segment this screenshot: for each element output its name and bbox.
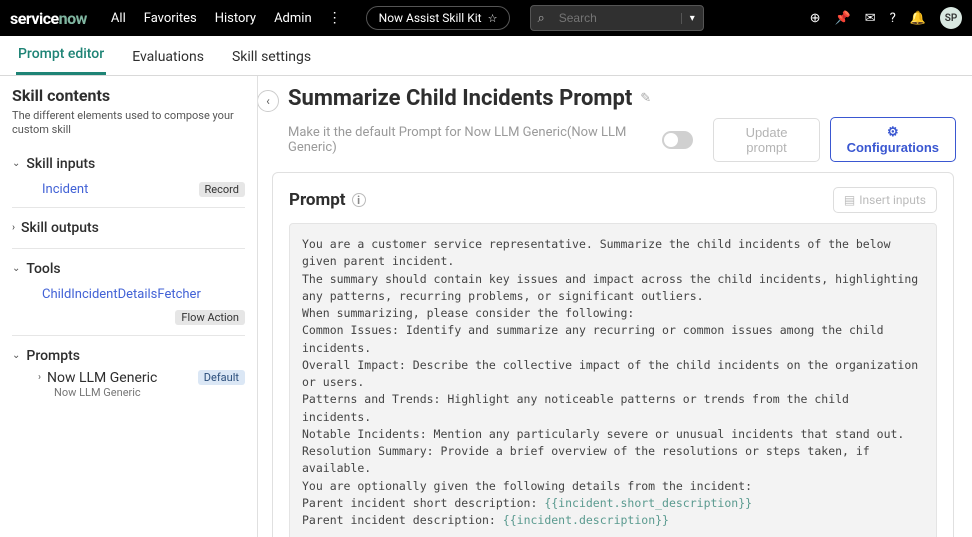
input-incident-link[interactable]: Incident xyxy=(42,182,88,197)
badge-default: Default xyxy=(198,370,245,385)
nav-links: All Favorites History Admin xyxy=(111,11,312,26)
sidebar-subtitle: The different elements used to compose y… xyxy=(12,109,245,138)
notification-icon[interactable]: 🔔 xyxy=(910,11,926,26)
insert-label: Insert inputs xyxy=(859,193,926,207)
tool-fetcher-link[interactable]: ChildIncidentDetailsFetcher xyxy=(42,287,201,302)
section-prompts[interactable]: ⌄ Prompts xyxy=(12,342,245,370)
config-label: Configurations xyxy=(847,140,939,155)
collapse-sidebar-button[interactable]: ‹ xyxy=(258,90,279,112)
badge-flow-action: Flow Action xyxy=(175,310,245,325)
sidebar-title: Skill contents xyxy=(12,86,245,105)
top-icons: ⊕ 📌 ✉ ? 🔔 SP xyxy=(810,7,962,29)
section-skill-inputs[interactable]: ⌄ Skill inputs xyxy=(12,150,245,178)
prompt-section-title: Prompt xyxy=(289,190,346,210)
chevron-down-icon: ⌄ xyxy=(12,263,20,274)
global-search: ⌕ ▾ xyxy=(530,5,703,31)
search-icon: ⌕ xyxy=(531,11,550,26)
prompt-item-title: Now LLM Generic xyxy=(47,370,157,386)
prompt-card: Prompt i ▤ Insert inputs You are a custo… xyxy=(272,172,954,537)
configurations-button[interactable]: ⚙ Configurations xyxy=(830,117,956,162)
nav-all[interactable]: All xyxy=(111,11,126,26)
main-area: Skill contents The different elements us… xyxy=(0,76,972,537)
skill-outputs-label: Skill outputs xyxy=(21,220,99,236)
chat-icon[interactable]: ✉ xyxy=(865,11,876,26)
skill-inputs-label: Skill inputs xyxy=(26,156,95,172)
help-icon[interactable]: ? xyxy=(890,11,896,26)
favorite-star-icon[interactable]: ☆ xyxy=(488,12,498,25)
search-scope-dropdown[interactable]: ▾ xyxy=(681,13,703,24)
tab-prompt-editor[interactable]: Prompt editor xyxy=(16,36,106,75)
chevron-down-icon: ⌄ xyxy=(12,350,20,361)
search-input[interactable] xyxy=(551,11,681,25)
globe-icon[interactable]: ⊕ xyxy=(810,11,821,26)
page-tabs: Prompt editor Evaluations Skill settings xyxy=(0,36,972,76)
gear-icon: ⚙ xyxy=(887,124,899,139)
tab-skill-settings[interactable]: Skill settings xyxy=(230,39,313,75)
nav-favorites[interactable]: Favorites xyxy=(144,11,197,26)
section-skill-outputs[interactable]: › Skill outputs xyxy=(12,214,245,242)
brand-logo: servicenow xyxy=(10,9,87,28)
prompt-textarea[interactable]: You are a customer service representativ… xyxy=(289,223,937,537)
context-pill[interactable]: Now Assist Skill Kit ☆ xyxy=(366,6,511,30)
pin-icon[interactable]: 📌 xyxy=(835,11,851,26)
tools-label: Tools xyxy=(26,261,60,277)
edit-title-icon[interactable]: ✎ xyxy=(640,91,651,106)
chevron-right-icon: › xyxy=(38,372,41,383)
sidebar: Skill contents The different elements us… xyxy=(0,76,258,537)
chevron-right-icon: › xyxy=(12,222,15,233)
content-panel: ‹ Summarize Child Incidents Prompt ✎ Mak… xyxy=(258,76,972,537)
default-prompt-toggle[interactable] xyxy=(662,131,694,149)
default-prompt-label: Make it the default Prompt for Now LLM G… xyxy=(288,125,652,155)
nav-admin[interactable]: Admin xyxy=(274,11,312,26)
more-menu-icon[interactable]: ⋮ xyxy=(328,10,342,26)
prompt-item-subtitle: Now LLM Generic xyxy=(38,386,245,399)
tab-evaluations[interactable]: Evaluations xyxy=(130,39,206,75)
page-title: Summarize Child Incidents Prompt xyxy=(288,86,632,111)
user-avatar[interactable]: SP xyxy=(940,7,962,29)
top-nav: servicenow All Favorites History Admin ⋮… xyxy=(0,0,972,36)
pill-label: Now Assist Skill Kit xyxy=(379,11,482,25)
info-icon[interactable]: i xyxy=(352,193,366,207)
update-prompt-button[interactable]: Update prompt xyxy=(713,118,819,162)
chevron-down-icon: ⌄ xyxy=(12,158,20,169)
badge-record: Record xyxy=(199,182,245,197)
prompts-label: Prompts xyxy=(26,348,80,364)
prompt-item-now-llm[interactable]: › Now LLM Generic Default Now LLM Generi… xyxy=(12,370,245,399)
insert-icon: ▤ xyxy=(844,193,855,207)
section-tools[interactable]: ⌄ Tools xyxy=(12,255,245,283)
nav-history[interactable]: History xyxy=(215,11,256,26)
insert-inputs-button[interactable]: ▤ Insert inputs xyxy=(833,187,937,213)
